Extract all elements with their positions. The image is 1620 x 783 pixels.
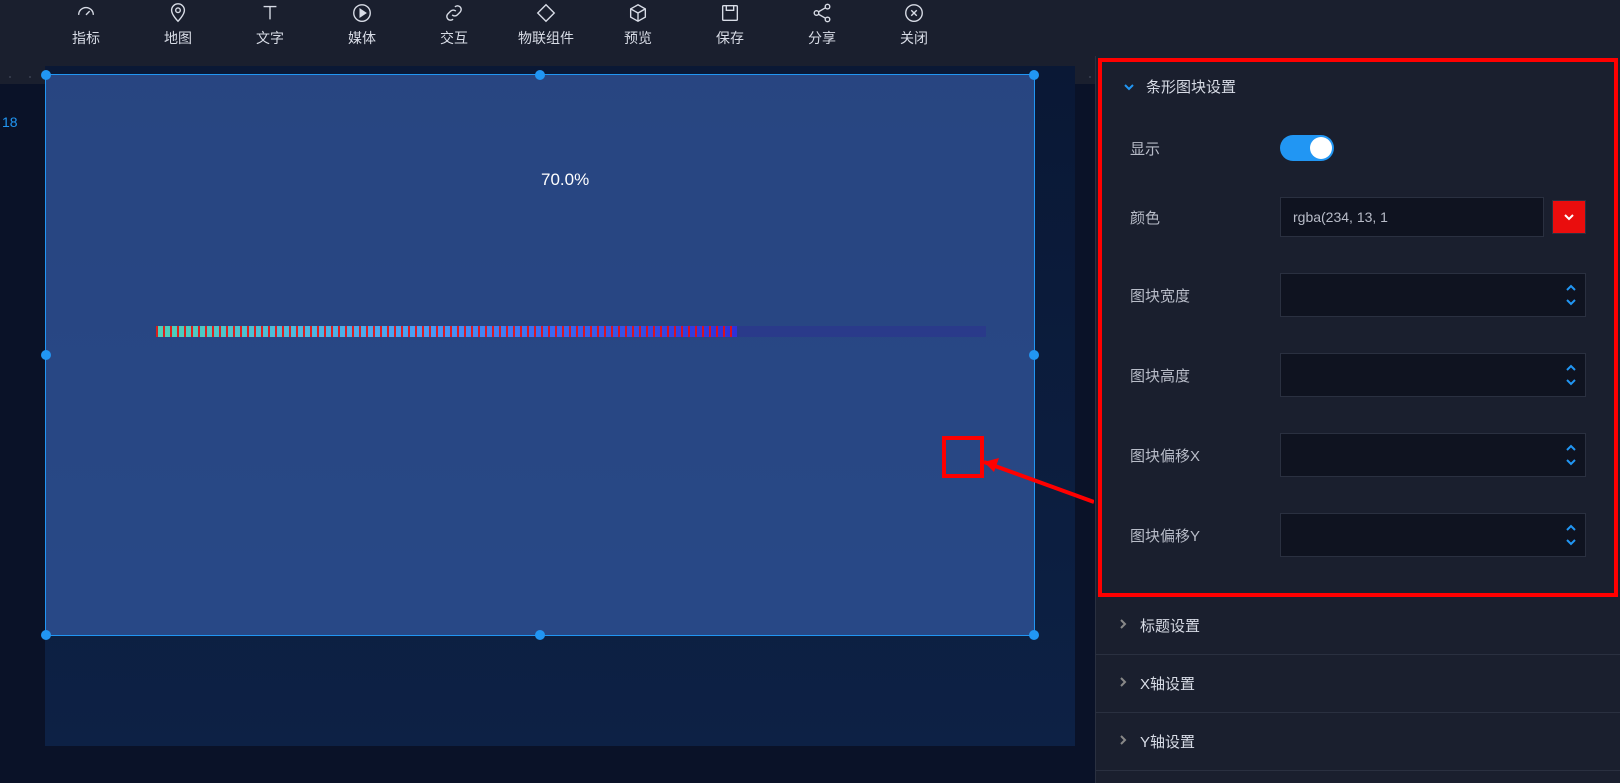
color-label: 颜色 [1130,207,1280,228]
block-height-stepper[interactable] [1280,353,1586,397]
main-area: 18 70.0% [0,56,1620,783]
form-row-block-offset-x: 图块偏移X [1130,415,1586,495]
save-icon [719,2,741,24]
color-swatch[interactable] [1552,200,1586,234]
block-height-input[interactable] [1281,354,1555,396]
resize-handle-n[interactable] [535,70,545,80]
gauge-icon [75,2,97,24]
toolbar-item-preview[interactable]: 预览 [592,2,684,48]
resize-handle-se[interactable] [1029,630,1039,640]
toolbar-label: 文字 [256,28,284,48]
block-width-input[interactable] [1281,274,1555,316]
block-offset-x-input[interactable] [1281,434,1555,476]
toolbar-item-close[interactable]: 关闭 [868,2,960,48]
toolbar-item-interactive[interactable]: 交互 [408,2,500,48]
annotation-arrow [984,454,1094,504]
bar-block-settings-section: 条形图块设置 显示 颜色 [1098,58,1618,597]
form-row-color: 颜色 [1130,179,1586,255]
stepper-down-icon[interactable] [1563,536,1579,548]
stepper-down-icon[interactable] [1563,296,1579,308]
section-title: 条形图块设置 [1146,76,1236,97]
diamond-icon [535,2,557,24]
stepper-up-icon[interactable] [1563,282,1579,294]
block-offset-y-stepper[interactable] [1280,513,1586,557]
toolbar-item-save[interactable]: 保存 [684,2,776,48]
block-offset-y-label: 图块偏移Y [1130,525,1280,546]
form-row-block-height: 图块高度 [1130,335,1586,415]
cube-icon [627,2,649,24]
block-width-label: 图块宽度 [1130,285,1280,306]
toolbar-label: 预览 [624,28,652,48]
toolbar-item-media[interactable]: 媒体 [316,2,408,48]
x-axis-settings-section[interactable]: X轴设置 [1096,655,1620,713]
toolbar-label: 关闭 [900,28,928,48]
link-icon [443,2,465,24]
title-settings-section[interactable]: 标题设置 [1096,597,1620,655]
chevron-right-icon [1116,675,1130,693]
toolbar-label: 保存 [716,28,744,48]
section-body: 显示 颜色 图块宽度 [1102,111,1614,593]
toolbar-label: 交互 [440,28,468,48]
form-row-block-offset-y: 图块偏移Y [1130,495,1586,575]
section-title: X轴设置 [1140,673,1195,694]
resize-handle-e[interactable] [1029,350,1039,360]
resize-handle-ne[interactable] [1029,70,1039,80]
progress-bar-ticks [156,326,737,337]
section-header-bar-block[interactable]: 条形图块设置 [1102,62,1614,111]
display-label: 显示 [1130,138,1280,159]
toolbar-label: 指标 [72,28,100,48]
map-pin-icon [167,2,189,24]
close-circle-icon [903,2,925,24]
section-title: Y轴设置 [1140,731,1195,752]
chevron-right-icon [1116,617,1130,635]
resize-handle-sw[interactable] [41,630,51,640]
selected-progress-component[interactable]: 70.0% [45,74,1035,636]
stepper-down-icon[interactable] [1563,456,1579,468]
resize-handle-s[interactable] [535,630,545,640]
block-height-label: 图块高度 [1130,365,1280,386]
toolbar-label: 分享 [808,28,836,48]
progress-bar-track [156,326,986,337]
display-toggle[interactable] [1280,135,1334,161]
text-icon [259,2,281,24]
play-circle-icon [351,2,373,24]
color-input[interactable] [1280,197,1544,237]
properties-panel: 条形图块设置 显示 颜色 [1095,56,1620,783]
chevron-down-icon [1122,80,1136,94]
canvas-area[interactable]: 18 70.0% [0,56,1095,783]
form-row-display: 显示 [1130,117,1586,179]
ruler-mark: 18 [2,114,18,130]
section-title: 标题设置 [1140,615,1200,636]
y-axis-settings-section[interactable]: Y轴设置 [1096,713,1620,771]
stepper-down-icon[interactable] [1563,376,1579,388]
resize-handle-nw[interactable] [41,70,51,80]
annotation-highlight-box [942,436,984,478]
stepper-up-icon[interactable] [1563,442,1579,454]
block-width-stepper[interactable] [1280,273,1586,317]
stepper-up-icon[interactable] [1563,522,1579,534]
block-offset-x-stepper[interactable] [1280,433,1586,477]
toolbar: 指标 地图 文字 媒体 交互 物联组件 预览 [0,0,1620,56]
stepper-up-icon[interactable] [1563,362,1579,374]
chevron-right-icon [1116,733,1130,751]
share-icon [811,2,833,24]
form-row-block-width: 图块宽度 [1130,255,1586,335]
resize-handle-w[interactable] [41,350,51,360]
progress-percentage-label: 70.0% [541,170,589,190]
toolbar-item-map[interactable]: 地图 [132,2,224,48]
toolbar-label: 地图 [164,28,192,48]
toolbar-label: 物联组件 [518,28,574,48]
toolbar-item-share[interactable]: 分享 [776,2,868,48]
toolbar-label: 媒体 [348,28,376,48]
toolbar-item-text[interactable]: 文字 [224,2,316,48]
block-offset-y-input[interactable] [1281,514,1555,556]
toolbar-item-iot[interactable]: 物联组件 [500,2,592,48]
toolbar-item-indicator[interactable]: 指标 [40,2,132,48]
block-offset-x-label: 图块偏移X [1130,445,1280,466]
